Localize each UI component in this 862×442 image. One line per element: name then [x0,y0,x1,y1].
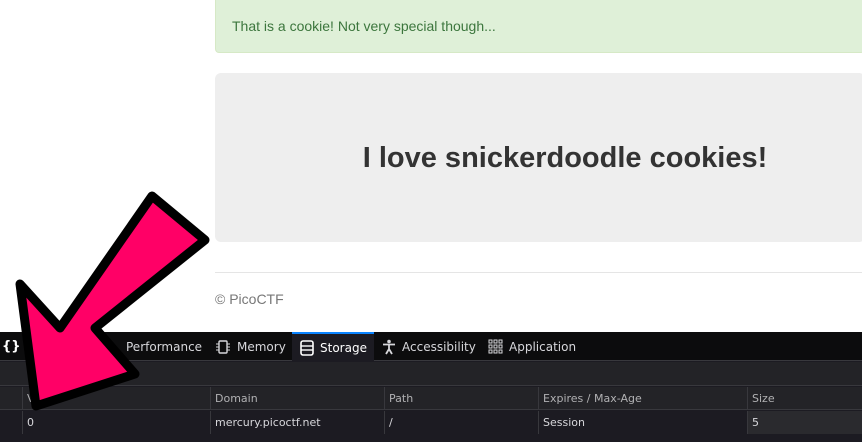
tab-application[interactable]: Application [488,332,576,361]
grid-icon [488,339,503,354]
tab-memory[interactable]: Memory [215,332,286,361]
tab-label: Storage [320,340,367,355]
cookie-size: 5 [747,411,862,434]
alert-text: That is a cookie! Not very special thoug… [232,18,496,34]
cookie-value[interactable]: 0 [22,411,210,434]
tab-label: Accessibility [402,339,476,354]
tab-accessibility[interactable]: Accessibility [382,332,476,361]
table-row[interactable]: 0 mercury.picoctf.net / Session 5 [0,411,862,434]
cookie-expires: Session [538,411,747,434]
tab-label: Application [509,339,577,354]
tab-label: Memory [237,339,286,354]
storage-icon [300,339,314,356]
jumbotron: I love snickerdoodle cookies! [215,73,862,242]
cookie-path: / [384,411,538,434]
column-expires[interactable]: Expires / Max-Age [538,387,747,410]
column-domain[interactable]: Domain [210,387,384,410]
accessibility-icon [382,339,396,355]
cookie-alert: That is a cookie! Not very special thoug… [215,0,862,53]
column-path[interactable]: Path [384,387,538,410]
jumbotron-heading: I love snickerdoodle cookies! [362,142,768,174]
cookie-domain: mercury.picoctf.net [210,411,384,434]
footer-divider [215,272,862,273]
pink-arrow-icon [15,191,210,411]
tab-storage[interactable]: Storage [292,332,374,361]
footer-copyright: © PicoCTF [215,291,284,307]
column-size[interactable]: Size [747,387,862,410]
